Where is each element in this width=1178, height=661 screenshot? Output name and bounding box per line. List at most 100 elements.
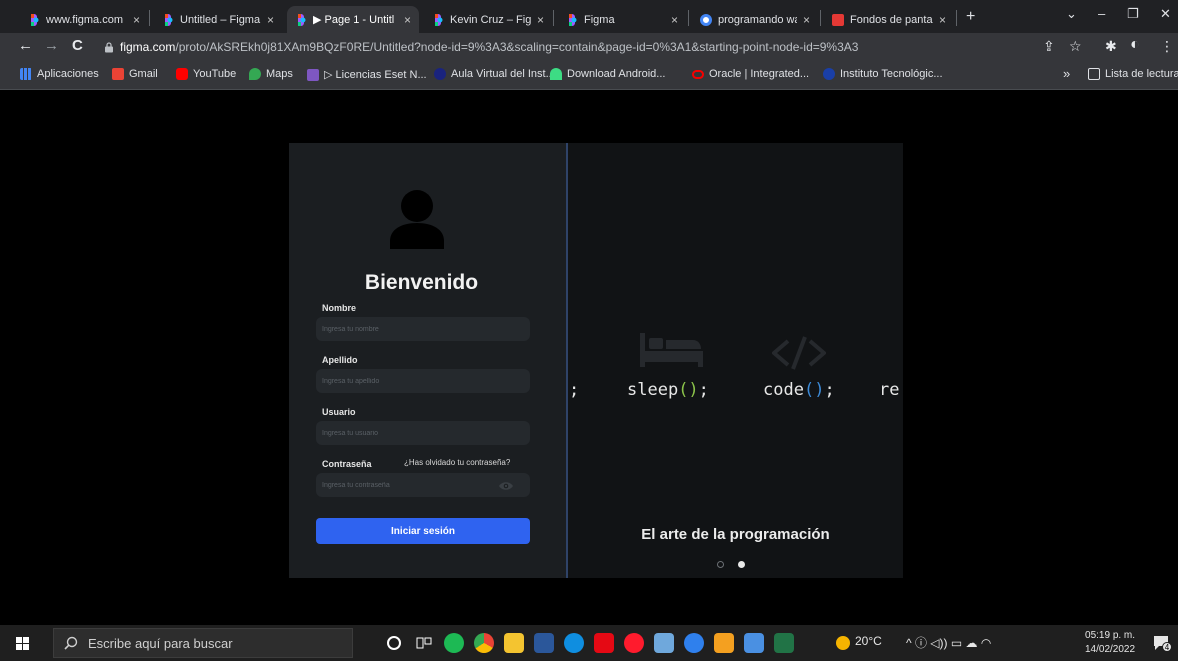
address-bar[interactable]: figma.com/proto/AkSREkh0j81XAm9BQzF0RE/U… <box>104 35 1028 59</box>
tab-untitled-figma[interactable]: Untitled – Figma × <box>154 6 282 33</box>
spotify-icon[interactable] <box>444 633 464 653</box>
close-icon[interactable]: × <box>404 13 411 27</box>
code-code-word: code <box>763 380 804 400</box>
last-name-input[interactable] <box>316 369 530 393</box>
tab-figma-home[interactable]: www.figma.com × <box>20 6 148 33</box>
windows-taskbar: Escribe aquí para buscar 20°C ^ ⓘ ◁)) ▭ … <box>0 625 1178 661</box>
bookmark-youtube[interactable]: YouTube <box>176 68 236 80</box>
code-sleep-end: ; <box>698 380 709 400</box>
back-button[interactable]: ← <box>18 37 33 54</box>
word-icon[interactable] <box>534 633 554 653</box>
close-icon[interactable]: × <box>537 13 544 27</box>
figma-icon <box>165 13 173 26</box>
bed-icon <box>640 333 703 367</box>
bookmark-label: ▷ Licencias Eset N... <box>324 69 427 81</box>
carousel-dot-1[interactable] <box>717 561 724 568</box>
carousel-dot-2-active[interactable] <box>738 561 745 568</box>
clock-date: 14/02/2022 <box>1085 644 1136 655</box>
reload-button[interactable]: C <box>72 37 83 54</box>
cortana-icon[interactable] <box>384 633 404 653</box>
password-field[interactable] <box>316 473 530 497</box>
excel-icon[interactable] <box>774 633 794 653</box>
code-fragment-semicolon: ; <box>569 380 580 400</box>
bookmark-oracle[interactable]: Oracle | Integrated... <box>692 68 809 80</box>
opera-icon[interactable] <box>624 633 644 653</box>
eye-icon[interactable] <box>499 481 513 491</box>
restore-button[interactable]: ❐ <box>1127 6 1139 22</box>
bookmark-instituto[interactable]: Instituto Tecnológic... <box>823 68 943 80</box>
sublime-text-icon[interactable] <box>714 633 734 653</box>
bookmark-gmail[interactable]: Gmail <box>112 68 158 80</box>
first-name-input[interactable] <box>316 317 530 341</box>
tab-search-button[interactable]: ⌄ <box>1066 6 1077 22</box>
login-button[interactable]: Iniciar sesión <box>316 518 530 544</box>
tab-kevin-cruz[interactable]: Kevin Cruz – Figm × <box>424 6 552 33</box>
system-tray-icons[interactable]: ^ ⓘ ◁)) ▭ ☁ ◠ <box>906 634 991 651</box>
taskbar-clock[interactable]: 05:19 p. m. 14/02/2022 <box>1085 629 1135 657</box>
tab-figma[interactable]: Figma × <box>558 6 686 33</box>
weather-sun-icon[interactable] <box>836 636 850 650</box>
username-field[interactable] <box>316 421 530 445</box>
figma-icon <box>435 13 443 26</box>
code-code: code(); <box>763 380 835 400</box>
window-close-button[interactable]: ✕ <box>1160 6 1171 22</box>
netflix-icon[interactable] <box>594 633 614 653</box>
bookmark-label: Aula Virtual del Inst... <box>451 68 555 80</box>
share-icon[interactable]: ⇪ <box>1043 38 1055 55</box>
code-brackets-icon <box>772 336 826 370</box>
bookmark-licencias-eset[interactable]: ▷ Licencias Eset N... <box>307 68 427 81</box>
maps-pin-icon <box>249 68 261 80</box>
weather-temperature[interactable]: 20°C <box>855 634 882 648</box>
close-icon[interactable]: × <box>939 13 946 27</box>
bookmark-maps[interactable]: Maps <box>249 68 293 80</box>
tab-title: Fondos de panta <box>850 13 933 26</box>
tab-title: Untitled – Figma <box>180 13 261 26</box>
tab-separator <box>820 10 821 26</box>
task-view-icon[interactable] <box>414 633 434 653</box>
fondos-site-icon <box>832 13 844 26</box>
login-form-panel: Bienvenido Nombre Apellido Usuario Contr… <box>289 143 567 578</box>
bookmark-download-android[interactable]: Download Android... <box>550 68 665 80</box>
prototype-canvas: Bienvenido Nombre Apellido Usuario Contr… <box>0 90 1178 625</box>
notification-center-icon[interactable]: 4 <box>1152 634 1172 652</box>
profile-icon[interactable]: ◐ <box>1130 36 1140 54</box>
minimize-button[interactable]: – <box>1098 6 1105 21</box>
app-cube-icon[interactable] <box>654 633 674 653</box>
password-input[interactable] <box>316 473 530 497</box>
tab-fondos[interactable]: Fondos de panta × <box>824 6 954 33</box>
tab-title: Kevin Cruz – Figm <box>450 13 531 26</box>
close-icon[interactable]: × <box>267 13 274 27</box>
close-icon[interactable]: × <box>671 13 678 27</box>
forward-button[interactable]: → <box>44 37 59 54</box>
eset-icon <box>307 68 319 81</box>
bookmarks-overflow-button[interactable]: » <box>1063 66 1070 81</box>
file-explorer-icon[interactable] <box>504 633 524 653</box>
forgot-password-link[interactable]: ¿Has olvidado tu contraseña? <box>404 458 510 467</box>
last-name-field[interactable] <box>316 369 530 393</box>
first-name-field[interactable] <box>316 317 530 341</box>
chrome-icon[interactable] <box>474 633 494 653</box>
new-tab-button[interactable]: + <box>966 8 975 26</box>
tab-title: ▶ Page 1 - Untitl <box>313 14 395 26</box>
tab-programando[interactable]: programando wa × <box>692 6 818 33</box>
taskbar-search-box[interactable]: Escribe aquí para buscar <box>53 628 353 658</box>
close-icon[interactable]: × <box>803 13 810 27</box>
windows-start-icon[interactable] <box>0 625 60 661</box>
bookmark-aula-virtual[interactable]: Aula Virtual del Inst... <box>434 68 555 80</box>
menu-icon[interactable]: ⋮ <box>1160 38 1174 55</box>
first-name-label: Nombre <box>322 303 357 313</box>
app-circle-icon[interactable] <box>684 633 704 653</box>
figma-icon <box>298 13 306 26</box>
tab-page-1-active[interactable]: ▶ Page 1 - Untitl × <box>287 6 419 33</box>
bookmark-aplicaciones[interactable]: Aplicaciones <box>20 68 99 80</box>
tab-separator <box>553 10 554 26</box>
close-icon[interactable]: × <box>133 13 140 27</box>
tab-title: Figma <box>584 13 615 26</box>
lock-icon <box>105 41 113 52</box>
reading-list-button[interactable]: Lista de lectura <box>1088 68 1178 80</box>
username-input[interactable] <box>316 421 530 445</box>
edge-icon[interactable] <box>564 633 584 653</box>
app-blue-icon[interactable] <box>744 633 764 653</box>
bookmark-star-icon[interactable]: ☆ <box>1069 38 1082 55</box>
extensions-icon[interactable]: ✱ <box>1105 38 1117 55</box>
